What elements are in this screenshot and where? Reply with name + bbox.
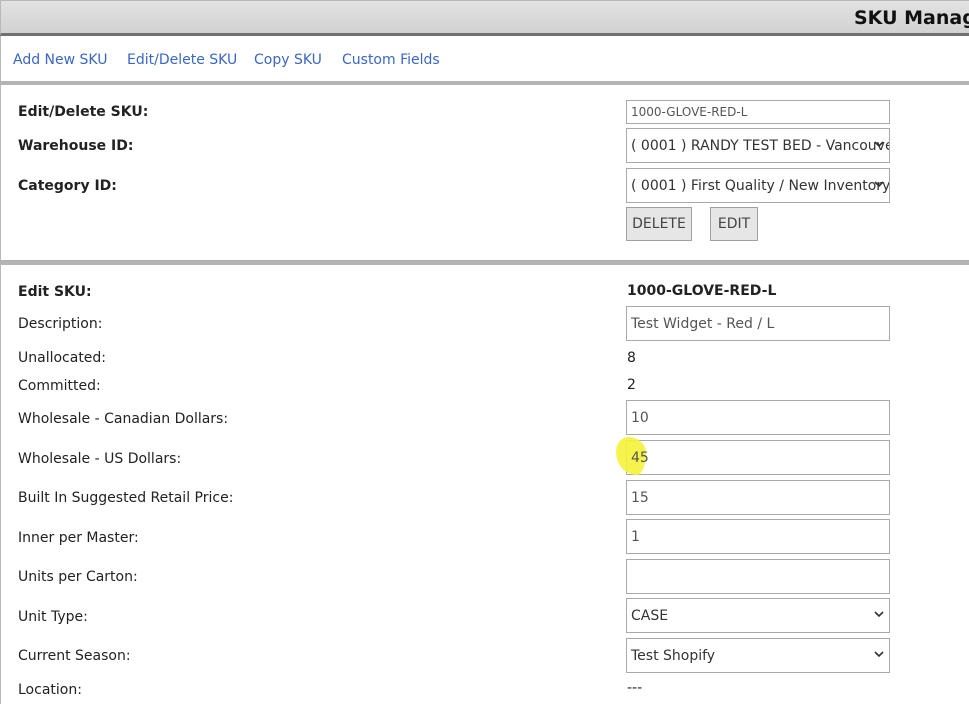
current-season-selected-value: Test Shopify	[631, 647, 716, 664]
wholesale-usd-input[interactable]: 45	[626, 440, 890, 475]
page-title: SKU Manag	[854, 7, 969, 29]
nav-copy-sku[interactable]: Copy SKU	[254, 52, 322, 68]
committed-label: Committed:	[18, 378, 101, 394]
unit-type-select[interactable]: CASE	[626, 598, 890, 633]
chevron-down-icon	[874, 181, 884, 188]
edit-button[interactable]: EDIT	[710, 207, 758, 241]
inner-per-master-label: Inner per Master:	[18, 530, 139, 546]
unallocated-value: 8	[627, 350, 636, 366]
inner-per-master-value: 1	[631, 528, 640, 545]
unit-type-selected-value: CASE	[631, 607, 669, 624]
warehouse-id-label: Warehouse ID:	[18, 138, 134, 154]
category-id-label: Category ID:	[18, 178, 117, 194]
sku-search-value: 1000-GLOVE-RED-L	[631, 105, 748, 119]
wholesale-usd-value: 45	[631, 449, 649, 466]
category-selected-value: ( 0001 ) First Quality / New Inventory	[631, 177, 890, 194]
retail-price-label: Built In Suggested Retail Price:	[18, 490, 234, 506]
wholesale-cad-value: 10	[631, 409, 649, 426]
wholesale-usd-label: Wholesale - US Dollars:	[18, 451, 182, 467]
description-input[interactable]: Test Widget - Red / L	[626, 306, 890, 341]
inner-per-master-input[interactable]: 1	[626, 519, 890, 554]
delete-button[interactable]: DELETE	[626, 207, 692, 241]
sku-selector-panel: Edit/Delete SKU: 1000-GLOVE-RED-L Wareho…	[0, 85, 969, 261]
edit-sku-panel: Edit SKU: 1000-GLOVE-RED-L Description: …	[0, 265, 969, 704]
retail-price-value: 15	[631, 489, 649, 506]
warehouse-selected-value: ( 0001 ) RANDY TEST BED - Vancouver	[631, 137, 890, 154]
current-season-label: Current Season:	[18, 648, 131, 664]
nav-add-new-sku[interactable]: Add New SKU	[13, 52, 107, 68]
chevron-down-icon	[874, 141, 884, 148]
sku-search-input[interactable]: 1000-GLOVE-RED-L	[626, 100, 890, 124]
chevron-down-icon	[874, 611, 884, 618]
current-season-select[interactable]: Test Shopify	[626, 638, 890, 673]
edit-sku-value: 1000-GLOVE-RED-L	[627, 283, 777, 299]
retail-price-input[interactable]: 15	[626, 480, 890, 515]
unallocated-label: Unallocated:	[18, 350, 107, 366]
nav-bar: Add New SKU Edit/Delete SKU Copy SKU Cus…	[0, 36, 969, 81]
units-per-carton-label: Units per Carton:	[18, 569, 138, 585]
units-per-carton-input[interactable]	[626, 559, 890, 594]
nav-custom-fields[interactable]: Custom Fields	[342, 52, 440, 68]
edit-sku-label: Edit SKU:	[18, 284, 92, 300]
edit-delete-sku-label: Edit/Delete SKU:	[18, 104, 149, 120]
location-value: ---	[627, 680, 643, 696]
nav-edit-delete-sku[interactable]: Edit/Delete SKU	[127, 52, 237, 68]
location-label: Location:	[18, 682, 82, 698]
wholesale-cad-input[interactable]: 10	[626, 400, 890, 435]
chevron-down-icon	[874, 651, 884, 658]
warehouse-select[interactable]: ( 0001 ) RANDY TEST BED - Vancouver	[626, 128, 890, 163]
committed-value: 2	[627, 377, 636, 393]
unit-type-label: Unit Type:	[18, 609, 88, 625]
description-value: Test Widget - Red / L	[631, 315, 775, 332]
category-select[interactable]: ( 0001 ) First Quality / New Inventory	[626, 168, 890, 203]
description-label: Description:	[18, 316, 103, 332]
wholesale-cad-label: Wholesale - Canadian Dollars:	[18, 411, 229, 427]
title-bar: SKU Manag	[0, 0, 969, 36]
